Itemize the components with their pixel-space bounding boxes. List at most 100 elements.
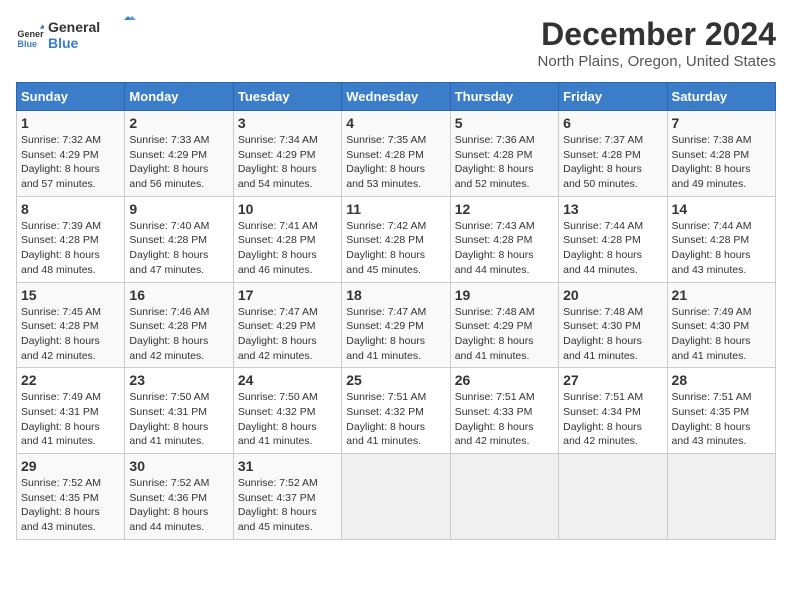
page-header: General Blue General Blue December 2024 … <box>16 16 776 70</box>
day-number: 12 <box>455 201 554 217</box>
day-number: 20 <box>563 287 662 303</box>
calendar-cell: 20 Sunrise: 7:48 AMSunset: 4:30 PMDayligh… <box>559 282 667 368</box>
calendar-cell: 8 Sunrise: 7:39 AMSunset: 4:28 PMDaylight… <box>17 196 125 282</box>
title-area: December 2024 North Plains, Oregon, Unit… <box>538 16 776 70</box>
calendar-cell: 6Sunrise: 7:37 AMSunset: 4:28 PMDaylight… <box>559 111 667 197</box>
day-info: Sunrise: 7:48 AMSunset: 4:29 PMDaylight:… <box>455 305 554 364</box>
day-info: Sunrise: 7:35 AMSunset: 4:28 PMDaylight:… <box>346 133 445 192</box>
day-info: Sunrise: 7:33 AMSunset: 4:29 PMDaylight:… <box>129 133 228 192</box>
col-header-thursday: Thursday <box>450 83 558 111</box>
svg-text:General: General <box>17 29 44 39</box>
logo-svg: General Blue <box>48 16 138 52</box>
day-info: Sunrise: 7:41 AMSunset: 4:28 PMDaylight:… <box>238 219 337 278</box>
day-number: 11 <box>346 201 445 217</box>
calendar-cell: 3 Sunrise: 7:34 AMSunset: 4:29 PMDaylight… <box>233 111 341 197</box>
calendar-week-2: 8 Sunrise: 7:39 AMSunset: 4:28 PMDaylight… <box>17 196 776 282</box>
calendar-week-5: 29 Sunrise: 7:52 AMSunset: 4:35 PMDayligh… <box>17 454 776 540</box>
calendar-cell: 31 Sunrise: 7:52 AMSunset: 4:37 PMDayligh… <box>233 454 341 540</box>
day-number: 16 <box>129 287 228 303</box>
calendar-cell: 7Sunrise: 7:38 AMSunset: 4:28 PMDaylight… <box>667 111 775 197</box>
day-info: Sunrise: 7:51 AMSunset: 4:32 PMDaylight:… <box>346 390 445 449</box>
day-info: Sunrise: 7:42 AMSunset: 4:28 PMDaylight:… <box>346 219 445 278</box>
day-number: 4 <box>346 115 445 131</box>
day-number: 30 <box>129 458 228 474</box>
calendar-cell: 9 Sunrise: 7:40 AMSunset: 4:28 PMDaylight… <box>125 196 233 282</box>
day-number: 1 <box>21 115 120 131</box>
day-info: Sunrise: 7:52 AMSunset: 4:35 PMDaylight:… <box>21 476 120 535</box>
calendar-cell: 19 Sunrise: 7:48 AMSunset: 4:29 PMDayligh… <box>450 282 558 368</box>
calendar-cell <box>450 454 558 540</box>
calendar-week-1: 1Sunrise: 7:32 AMSunset: 4:29 PMDaylight… <box>17 111 776 197</box>
calendar-cell <box>342 454 450 540</box>
calendar-cell: 29 Sunrise: 7:52 AMSunset: 4:35 PMDayligh… <box>17 454 125 540</box>
day-info: Sunrise: 7:46 AMSunset: 4:28 PMDaylight:… <box>129 305 228 364</box>
calendar-cell: 14Sunrise: 7:44 AMSunset: 4:28 PMDayligh… <box>667 196 775 282</box>
col-header-sunday: Sunday <box>17 83 125 111</box>
day-info: Sunrise: 7:36 AMSunset: 4:28 PMDaylight:… <box>455 133 554 192</box>
day-number: 27 <box>563 372 662 388</box>
calendar-cell: 4 Sunrise: 7:35 AMSunset: 4:28 PMDaylight… <box>342 111 450 197</box>
day-number: 8 <box>21 201 120 217</box>
day-number: 3 <box>238 115 337 131</box>
calendar-cell: 28Sunrise: 7:51 AMSunset: 4:35 PMDayligh… <box>667 368 775 454</box>
col-header-friday: Friday <box>559 83 667 111</box>
col-header-saturday: Saturday <box>667 83 775 111</box>
day-info: Sunrise: 7:34 AMSunset: 4:29 PMDaylight:… <box>238 133 337 192</box>
col-header-monday: Monday <box>125 83 233 111</box>
day-number: 5 <box>455 115 554 131</box>
calendar-cell: 21Sunrise: 7:49 AMSunset: 4:30 PMDayligh… <box>667 282 775 368</box>
calendar-cell: 24 Sunrise: 7:50 AMSunset: 4:32 PMDayligh… <box>233 368 341 454</box>
day-info: Sunrise: 7:51 AMSunset: 4:33 PMDaylight:… <box>455 390 554 449</box>
day-info: Sunrise: 7:50 AMSunset: 4:32 PMDaylight:… <box>238 390 337 449</box>
calendar-week-4: 22 Sunrise: 7:49 AMSunset: 4:31 PMDayligh… <box>17 368 776 454</box>
day-info: Sunrise: 7:47 AMSunset: 4:29 PMDaylight:… <box>346 305 445 364</box>
calendar-cell: 5 Sunrise: 7:36 AMSunset: 4:28 PMDaylight… <box>450 111 558 197</box>
day-info: Sunrise: 7:43 AMSunset: 4:28 PMDaylight:… <box>455 219 554 278</box>
calendar-cell <box>667 454 775 540</box>
logo: General Blue General Blue <box>16 16 138 57</box>
calendar-cell: 15 Sunrise: 7:45 AMSunset: 4:28 PMDayligh… <box>17 282 125 368</box>
day-number: 23 <box>129 372 228 388</box>
day-number: 14 <box>672 201 771 217</box>
calendar-cell: 23Sunrise: 7:50 AMSunset: 4:31 PMDayligh… <box>125 368 233 454</box>
calendar-cell <box>559 454 667 540</box>
day-info: Sunrise: 7:39 AMSunset: 4:28 PMDaylight:… <box>21 219 120 278</box>
day-number: 28 <box>672 372 771 388</box>
day-number: 18 <box>346 287 445 303</box>
day-number: 31 <box>238 458 337 474</box>
col-header-wednesday: Wednesday <box>342 83 450 111</box>
day-info: Sunrise: 7:49 AMSunset: 4:31 PMDaylight:… <box>21 390 120 449</box>
day-info: Sunrise: 7:52 AMSunset: 4:37 PMDaylight:… <box>238 476 337 535</box>
day-number: 9 <box>129 201 228 217</box>
calendar-cell: 10 Sunrise: 7:41 AMSunset: 4:28 PMDayligh… <box>233 196 341 282</box>
calendar-body: 1Sunrise: 7:32 AMSunset: 4:29 PMDaylight… <box>17 111 776 540</box>
page-subtitle: North Plains, Oregon, United States <box>538 53 776 70</box>
day-number: 19 <box>455 287 554 303</box>
day-number: 10 <box>238 201 337 217</box>
calendar-cell: 1Sunrise: 7:32 AMSunset: 4:29 PMDaylight… <box>17 111 125 197</box>
day-info: Sunrise: 7:47 AMSunset: 4:29 PMDaylight:… <box>238 305 337 364</box>
day-number: 24 <box>238 372 337 388</box>
svg-text:Blue: Blue <box>17 38 37 48</box>
calendar-cell: 11 Sunrise: 7:42 AMSunset: 4:28 PMDayligh… <box>342 196 450 282</box>
day-number: 15 <box>21 287 120 303</box>
svg-text:General: General <box>48 19 100 35</box>
calendar-cell: 30 Sunrise: 7:52 AMSunset: 4:36 PMDayligh… <box>125 454 233 540</box>
calendar-cell: 18 Sunrise: 7:47 AMSunset: 4:29 PMDayligh… <box>342 282 450 368</box>
calendar-cell: 13Sunrise: 7:44 AMSunset: 4:28 PMDayligh… <box>559 196 667 282</box>
day-info: Sunrise: 7:44 AMSunset: 4:28 PMDaylight:… <box>563 219 662 278</box>
svg-text:Blue: Blue <box>48 35 79 51</box>
day-info: Sunrise: 7:40 AMSunset: 4:28 PMDaylight:… <box>129 219 228 278</box>
day-info: Sunrise: 7:52 AMSunset: 4:36 PMDaylight:… <box>129 476 228 535</box>
day-info: Sunrise: 7:48 AMSunset: 4:30 PMDaylight:… <box>563 305 662 364</box>
page-title: December 2024 <box>538 16 776 53</box>
calendar-cell: 22 Sunrise: 7:49 AMSunset: 4:31 PMDayligh… <box>17 368 125 454</box>
day-info: Sunrise: 7:37 AMSunset: 4:28 PMDaylight:… <box>563 133 662 192</box>
day-number: 29 <box>21 458 120 474</box>
day-number: 2 <box>129 115 228 131</box>
day-number: 22 <box>21 372 120 388</box>
day-info: Sunrise: 7:45 AMSunset: 4:28 PMDaylight:… <box>21 305 120 364</box>
calendar-cell: 16 Sunrise: 7:46 AMSunset: 4:28 PMDayligh… <box>125 282 233 368</box>
day-number: 17 <box>238 287 337 303</box>
day-number: 26 <box>455 372 554 388</box>
